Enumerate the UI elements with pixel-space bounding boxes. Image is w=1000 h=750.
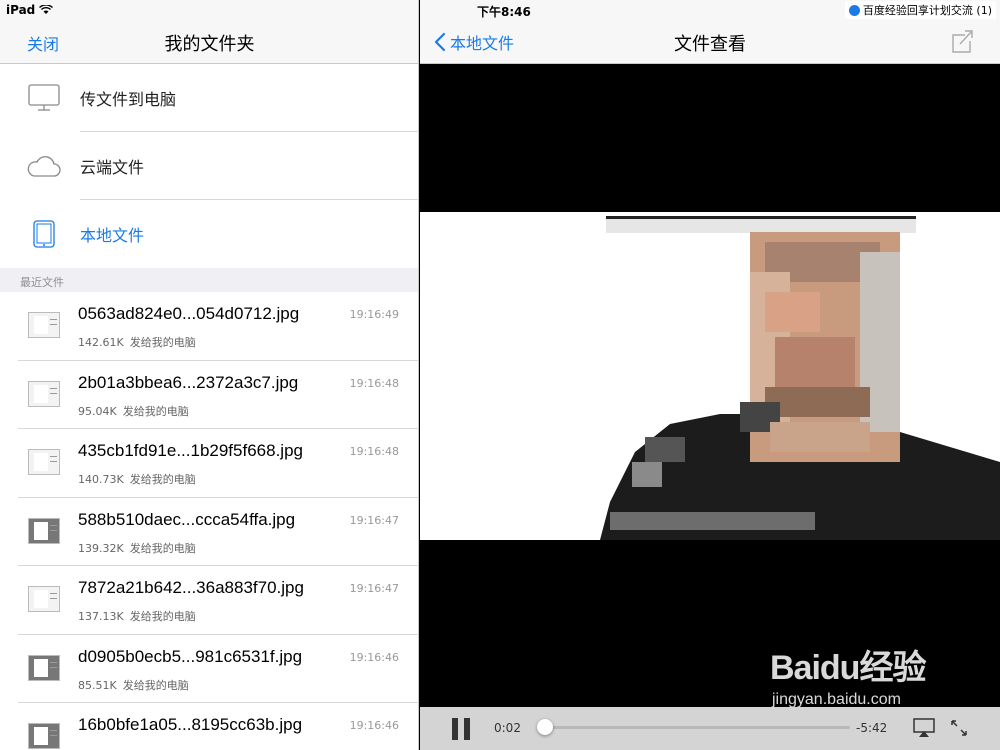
- clock: 下午8:46: [477, 5, 531, 19]
- file-row[interactable]: 2b01a3bbea6...2372a3c7.jpg 95.04K 发给我的电脑 19…: [0, 361, 418, 429]
- airplay-button[interactable]: [913, 718, 935, 738]
- file-meta: 137.13K 发给我的电脑: [78, 608, 196, 624]
- file-destination: 发给我的电脑: [129, 473, 196, 486]
- file-time: 19:16:46: [349, 650, 399, 664]
- menu-item-local-files[interactable]: 本地文件: [0, 200, 418, 268]
- file-viewer-pane: 本地文件 文件查看 Baidu经验 jingyan.baidu.com 0:02…: [420, 0, 1000, 750]
- file-meta: 142.61K 发给我的电脑: [78, 334, 196, 350]
- file-browser-pane: 关闭 我的文件夹 传文件到电脑 云端文件 本地文件 最近文件 0563ad824…: [0, 0, 419, 750]
- recent-file-list: 0563ad824e0...054d0712.jpg 142.61K 发给我的电脑 1…: [0, 292, 418, 750]
- file-name: 7872a21b642...36a883f70.jpg: [78, 578, 304, 597]
- file-thumbnail: [28, 517, 60, 544]
- file-destination: 发给我的电脑: [122, 404, 189, 418]
- file-time: 19:16:48: [349, 445, 399, 458]
- file-name: 435cb1fd91e...1b29f5f668.jpg: [78, 441, 303, 460]
- video-frame[interactable]: [420, 212, 1000, 540]
- file-time: 19:16:47: [349, 513, 399, 527]
- menu-item-transfer-to-pc[interactable]: 传文件到电脑: [0, 64, 418, 132]
- file-row[interactable]: 0563ad824e0...054d0712.jpg 142.61K 发给我的电脑 1…: [0, 292, 418, 361]
- file-size: 95.04K: [78, 404, 117, 418]
- file-row[interactable]: 16b0bfe1a05...8195cc63b.jpg 19:16:46: [0, 703, 418, 750]
- file-thumbnail: [28, 654, 60, 681]
- file-row[interactable]: d0905b0ecb5...981c6531f.jpg 85.51K 发给我的电脑 1…: [0, 635, 418, 703]
- notification-text: 百度经验回享计划交流 (1): [862, 4, 992, 17]
- file-name: 16b0bfe1a05...8195cc63b.jpg: [78, 715, 303, 734]
- file-meta: 95.04K 发给我的电脑: [78, 403, 189, 419]
- file-time: 19:16:49: [349, 308, 399, 321]
- file-destination: 发给我的电脑: [122, 678, 189, 692]
- expand-icon: [951, 720, 967, 736]
- baidu-watermark: Baidu经验 jingyan.baidu.com: [770, 640, 926, 709]
- file-time: 19:16:48: [349, 376, 399, 390]
- cloud-icon: [26, 148, 62, 184]
- file-meta: 139.32K 发给我的电脑: [78, 540, 196, 556]
- monitor-icon: [26, 80, 62, 116]
- file-thumbnail: [28, 586, 60, 612]
- file-size: 142.61K: [78, 336, 124, 349]
- pause-button[interactable]: [452, 718, 472, 740]
- file-name: 588b510daec...ccca54ffa.jpg: [78, 509, 296, 529]
- status-left: iPad: [6, 3, 54, 17]
- file-destination: 发给我的电脑: [129, 610, 196, 623]
- file-name: 0563ad824e0...054d0712.jpg: [78, 304, 300, 323]
- scrub-bar[interactable]: [537, 719, 850, 735]
- file-name: d0905b0ecb5...981c6531f.jpg: [78, 646, 303, 666]
- status-bar: iPad 下午8:46 百度经验回享计划交流 (1): [0, 0, 1000, 20]
- file-size: 85.51K: [78, 678, 117, 692]
- file-row[interactable]: 435cb1fd91e...1b29f5f668.jpg 140.73K 发给我的电…: [0, 429, 418, 498]
- file-thumbnail: [28, 380, 60, 407]
- file-thumbnail: [28, 723, 60, 749]
- file-row[interactable]: 7872a21b642...36a883f70.jpg 137.13K 发给我的电脑…: [0, 566, 418, 635]
- menu-item-label: 云端文件: [80, 158, 145, 177]
- watermark-logo: Baidu经验: [770, 649, 926, 687]
- airplay-icon: [913, 718, 935, 737]
- file-row[interactable]: 588b510daec...ccca54ffa.jpg 139.32K 发给我的电脑…: [0, 498, 418, 566]
- pause-icon: [452, 718, 458, 740]
- file-name: 2b01a3bbea6...2372a3c7.jpg: [78, 372, 299, 392]
- file-destination: 发给我的电脑: [129, 541, 196, 555]
- wifi-icon: [39, 5, 54, 14]
- scrub-handle[interactable]: [537, 719, 554, 735]
- file-time: 19:16:47: [349, 582, 399, 595]
- file-size: 137.13K: [78, 610, 124, 623]
- viewer-title: 文件查看: [674, 34, 746, 55]
- pixelated-person-image: [600, 216, 1000, 540]
- notification-badge[interactable]: 百度经验回享计划交流 (1): [844, 1, 996, 19]
- current-time: 0:02: [494, 721, 521, 735]
- menu-item-label: 本地文件: [80, 226, 145, 245]
- page-title: 我的文件夹: [164, 34, 255, 55]
- menu-item-cloud-files[interactable]: 云端文件: [0, 132, 418, 200]
- menu-item-label: 传文件到电脑: [80, 90, 177, 109]
- file-size: 140.73K: [78, 473, 124, 486]
- file-size: 139.32K: [78, 541, 124, 555]
- chat-bubble-icon: [848, 4, 860, 16]
- file-meta: [78, 745, 84, 750]
- file-thumbnail: [28, 312, 60, 338]
- device-name: iPad: [6, 3, 36, 17]
- fullscreen-button[interactable]: [950, 719, 968, 737]
- file-thumbnail: [28, 449, 60, 475]
- playback-controls: 0:02 -5:42: [420, 707, 1000, 750]
- file-time: 19:16:46: [349, 719, 399, 732]
- file-destination: 发给我的电脑: [129, 336, 196, 349]
- ipad-icon: [26, 216, 62, 252]
- section-header-recent: 最近文件: [0, 268, 418, 292]
- file-meta: 140.73K 发给我的电脑: [78, 471, 196, 487]
- file-meta: 85.51K 发给我的电脑: [78, 677, 189, 693]
- share-button[interactable]: [950, 28, 974, 54]
- remaining-time: -5:42: [856, 721, 888, 735]
- share-icon: [952, 30, 973, 53]
